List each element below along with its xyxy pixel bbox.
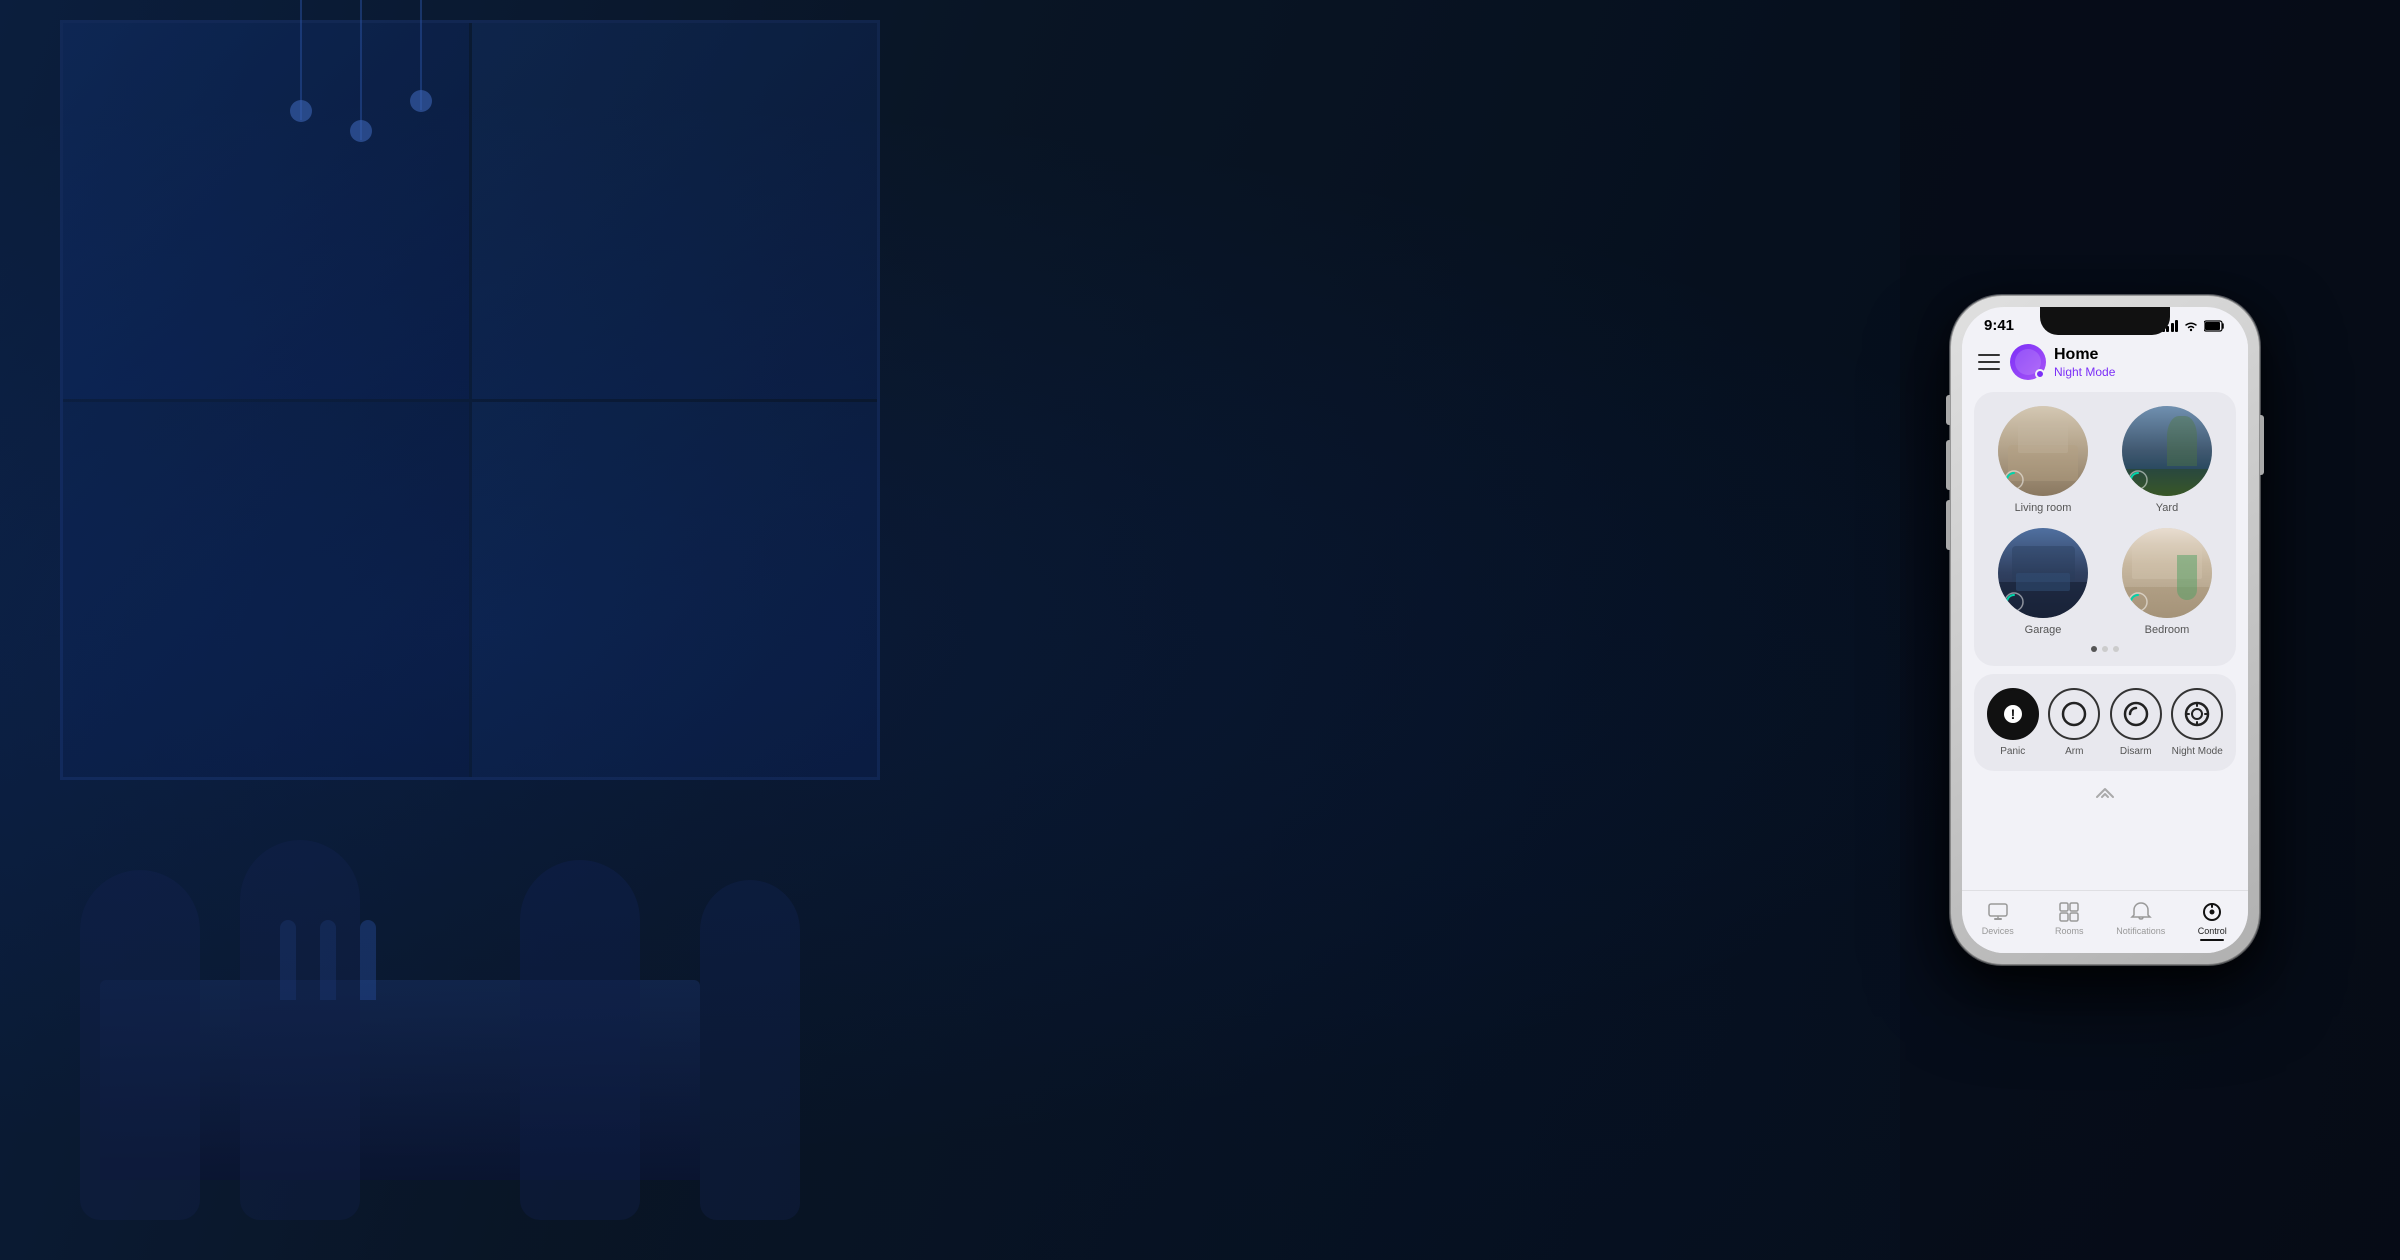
nav-label-rooms: Rooms: [2055, 926, 2084, 936]
room-thumbnail-bedroom: [2122, 528, 2212, 618]
night-mode-icon-circle: [2171, 688, 2223, 740]
rooms-grid: Living room: [1988, 406, 2222, 636]
room-indicator-garage: [2002, 590, 2026, 614]
security-card: ! Panic Arm: [1974, 674, 2236, 771]
nav-label-control: Control: [2198, 926, 2227, 936]
disarm-button[interactable]: Disarm: [2107, 688, 2165, 757]
volume-down-button: [1946, 500, 1950, 550]
notifications-icon: [2130, 901, 2152, 923]
status-icons: [2162, 320, 2227, 332]
room-item-bedroom[interactable]: Bedroom: [2112, 528, 2222, 636]
night-mode-button[interactable]: Night Mode: [2169, 688, 2227, 757]
battery-icon: [2204, 320, 2226, 332]
pagination-dot-3: [2113, 646, 2119, 652]
night-mode-label: Night Mode: [2172, 746, 2223, 757]
nav-label-notifications: Notifications: [2116, 926, 2165, 936]
power-button: [2260, 415, 2264, 475]
app-header: Home Night Mode: [1962, 338, 2248, 388]
pagination-dot-2: [2102, 646, 2108, 652]
room-thumbnail-living-room: [1998, 406, 2088, 496]
control-icon: [2201, 901, 2223, 923]
bottom-nav: Devices Rooms: [1962, 890, 2248, 953]
rooms-icon: [2058, 901, 2080, 923]
room-item-living-room[interactable]: Living room: [1988, 406, 2098, 514]
menu-button[interactable]: [1978, 354, 2000, 370]
panic-label: Panic: [2000, 746, 2025, 757]
nav-label-devices: Devices: [1982, 926, 2014, 936]
svg-text:!: !: [2010, 706, 2015, 722]
room-item-garage[interactable]: Garage: [1988, 528, 2098, 636]
security-controls: ! Panic Arm: [1984, 688, 2226, 757]
avatar[interactable]: [2010, 344, 2046, 380]
avatar-status-dot: [2035, 369, 2045, 379]
room-thumbnail-yard: [2122, 406, 2212, 496]
room-indicator-bedroom: [2126, 590, 2150, 614]
room-label-garage: Garage: [2025, 624, 2062, 636]
pagination-dot-1: [2091, 646, 2097, 652]
nav-item-devices[interactable]: Devices: [1962, 897, 2034, 945]
panic-button[interactable]: ! Panic: [1984, 688, 2042, 757]
wifi-icon: [2183, 320, 2199, 332]
panic-icon-circle: !: [1987, 688, 2039, 740]
room-item-yard[interactable]: Yard: [2112, 406, 2222, 514]
night-mode-icon: [2183, 700, 2211, 728]
phone-frame: 9:41: [1950, 295, 2260, 965]
disarm-icon: [2122, 700, 2150, 728]
devices-icon: [1987, 901, 2009, 923]
rooms-card: Living room: [1974, 392, 2236, 666]
silent-button: [1946, 395, 1950, 425]
pagination-dots: [1988, 646, 2222, 652]
nav-items: Devices Rooms: [1962, 897, 2248, 945]
room-label-yard: Yard: [2156, 502, 2178, 514]
room-indicator-living: [2002, 468, 2026, 492]
disarm-label: Disarm: [2120, 746, 2152, 757]
nav-item-control[interactable]: Control: [2177, 897, 2249, 945]
disarm-icon-circle: [2110, 688, 2162, 740]
notch: [2040, 307, 2170, 335]
nav-active-indicator: [2200, 939, 2224, 941]
volume-up-button: [1946, 440, 1950, 490]
nav-item-notifications[interactable]: Notifications: [2105, 897, 2177, 945]
header-text: Home Night Mode: [2054, 345, 2115, 378]
panic-icon: !: [2001, 702, 2025, 726]
arm-label: Arm: [2065, 746, 2083, 757]
nav-item-rooms[interactable]: Rooms: [2034, 897, 2106, 945]
arm-icon: [2060, 700, 2088, 728]
arm-icon-circle: [2048, 688, 2100, 740]
room-label-living-room: Living room: [2015, 502, 2072, 514]
room-label-bedroom: Bedroom: [2145, 624, 2190, 636]
header-title: Home: [2054, 345, 2115, 364]
scroll-hint: [1962, 779, 2248, 805]
room-thumbnail-garage: [1998, 528, 2088, 618]
arm-button[interactable]: Arm: [2046, 688, 2104, 757]
room-indicator-yard: [2126, 468, 2150, 492]
header-subtitle: Night Mode: [2054, 365, 2115, 379]
status-time: 9:41: [1984, 317, 2014, 334]
chevron-up-icon: [2085, 783, 2125, 803]
